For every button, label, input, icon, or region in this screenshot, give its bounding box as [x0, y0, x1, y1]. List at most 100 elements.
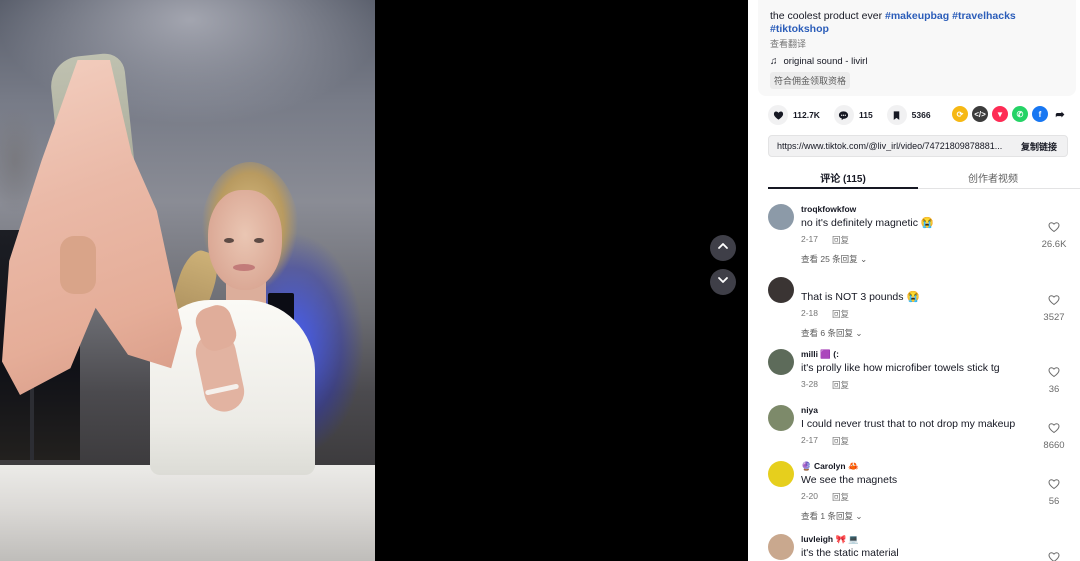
comment-date: 2-20 [801, 491, 819, 501]
comment-text: it's the static material [801, 547, 899, 559]
view-replies-link[interactable]: 查看 6 条回复 ⌄ [801, 327, 1041, 339]
chevron-down-icon: ⌄ [860, 254, 868, 264]
comment-like-button[interactable]: 36 [1034, 365, 1074, 395]
chevron-down-icon [716, 273, 730, 292]
avatar[interactable] [768, 534, 794, 560]
copy-link-button[interactable]: 复制链接 [1011, 140, 1067, 153]
video-person-eye [254, 238, 264, 243]
share-arrow-icon[interactable]: ➦ [1052, 106, 1068, 122]
view-replies-label: 查看 1 条回复 [801, 511, 853, 521]
comment-like-count: 36 [1048, 384, 1060, 395]
heart-outline-icon [1048, 550, 1060, 561]
avatar[interactable] [768, 405, 794, 431]
like-button[interactable]: 112.7K [768, 105, 820, 125]
commission-eligible-chip[interactable]: 符合佣金领取资格 [770, 72, 851, 89]
view-replies-label: 查看 6 条回复 [801, 328, 853, 338]
save-button[interactable]: 5366 [886, 105, 931, 125]
comment-username[interactable]: 🔮 Carolyn 🦀 [801, 461, 1041, 472]
sound-link[interactable]: ♫ original sound - livirl [770, 56, 1064, 67]
comment-username[interactable]: troqkfowkfow [801, 204, 1041, 215]
comment-like-button[interactable]: 56 [1034, 477, 1074, 507]
chevron-down-icon: ⌄ [855, 511, 863, 521]
heart-outline-icon [1048, 421, 1060, 438]
video-person-lips [233, 264, 255, 271]
video-description: the coolest product ever #makeupbag #tra… [770, 10, 1064, 36]
side-panel: the coolest product ever #makeupbag #tra… [748, 0, 1080, 561]
translate-link[interactable]: 查看翻译 [770, 37, 1064, 50]
hashtag-link[interactable]: #makeupbag [885, 10, 949, 22]
embed-icon[interactable]: </> [972, 106, 988, 122]
video-person-eye [224, 238, 234, 243]
send-icon[interactable]: ▼ [992, 106, 1008, 122]
comment-text: I could never trust that to not drop my … [801, 418, 1016, 430]
heart-icon [768, 105, 788, 125]
heart-outline-icon [1048, 293, 1060, 310]
description-text: the coolest product ever [770, 10, 883, 22]
comment-like-button[interactable]: 26.6K [1034, 220, 1074, 250]
video-person-hand [60, 236, 96, 294]
view-replies-link[interactable]: 查看 1 条回复 ⌄ [801, 510, 1041, 522]
tab-creator-videos[interactable]: 创作者视频 [918, 164, 1068, 188]
comment-like-button[interactable]: 8660 [1034, 421, 1074, 451]
video-url[interactable]: https://www.tiktok.com/@liv_irl/video/74… [769, 141, 1011, 151]
video-player[interactable] [0, 0, 748, 561]
video-table [0, 465, 375, 561]
comment-text: no it's definitely magnetic 😭 [801, 217, 934, 229]
view-replies-label: 查看 25 条回复 [801, 254, 858, 264]
comment-like-button[interactable]: 3527 [1034, 293, 1074, 323]
avatar[interactable] [768, 349, 794, 375]
hashtag-link[interactable]: #tiktokshop [770, 23, 829, 35]
comment-list: troqkfowkfow no it's definitely magnetic… [768, 200, 1080, 561]
video-description-card: the coolest product ever #makeupbag #tra… [758, 0, 1076, 96]
chevron-up-icon [716, 239, 730, 258]
comment-like-count: 26.6K [1041, 239, 1067, 250]
comment-text: We see the magnets [801, 474, 898, 486]
avatar[interactable] [768, 204, 794, 230]
comment-username[interactable]: luvleigh 🎀 💻 [801, 534, 1041, 545]
video-person-face [208, 190, 282, 290]
save-count: 5366 [911, 110, 931, 120]
comment-like-count: 8660 [1043, 440, 1065, 451]
comment-button[interactable]: 115 [833, 105, 873, 125]
comment-icon [833, 105, 854, 125]
heart-outline-icon [1048, 365, 1060, 382]
comment-count: 115 [858, 110, 873, 120]
video-frame[interactable] [0, 0, 375, 561]
avatar[interactable] [768, 461, 794, 487]
comment-text: That is NOT 3 pounds 😭 [801, 291, 920, 303]
hashtag-link[interactable]: #travelhacks [952, 10, 1016, 22]
comment-text: it's prolly like how microfiber towels s… [801, 362, 1000, 374]
comment-date: 2-18 [801, 308, 819, 318]
sound-name: original sound - livirl [783, 56, 868, 67]
heart-outline-icon [1048, 220, 1060, 237]
like-count: 112.7K [793, 110, 820, 120]
music-note-icon: ♫ [770, 56, 778, 67]
reply-button[interactable]: 回复 [832, 379, 849, 391]
previous-video-button[interactable] [710, 235, 736, 261]
reply-button[interactable]: 回复 [832, 308, 849, 320]
avatar[interactable] [768, 277, 794, 303]
repost-icon[interactable]: ⟳ [952, 106, 968, 122]
comment-username[interactable]: niya [801, 405, 1041, 416]
share-icons: ⟳ </> ▼ ✆ f ➦ [952, 106, 1068, 122]
comment-date: 2-17 [801, 234, 819, 244]
heart-outline-icon [1048, 477, 1060, 494]
whatsapp-icon[interactable]: ✆ [1012, 106, 1028, 122]
view-replies-link[interactable]: 查看 25 条回复 ⌄ [801, 253, 1041, 265]
bookmark-icon [886, 105, 907, 125]
chevron-down-icon: ⌄ [855, 328, 863, 338]
reply-button[interactable]: 回复 [832, 491, 849, 503]
panel-tabs: 评论 (115) 创作者视频 [768, 164, 1080, 189]
comment-like-count: 56 [1048, 496, 1060, 507]
next-video-button[interactable] [710, 269, 736, 295]
reply-button[interactable]: 回复 [832, 435, 849, 447]
comment-date: 3-28 [801, 379, 819, 389]
comment-username[interactable]: milli 🟪 (: [801, 349, 1041, 360]
comment-like-count: 3527 [1043, 312, 1065, 323]
video-link-box: https://www.tiktok.com/@liv_irl/video/74… [768, 135, 1068, 157]
comment-like-button[interactable] [1034, 550, 1074, 561]
comment-date: 2-17 [801, 435, 819, 445]
tab-comments[interactable]: 评论 (115) [768, 164, 918, 189]
facebook-icon[interactable]: f [1032, 106, 1048, 122]
reply-button[interactable]: 回复 [832, 234, 849, 246]
